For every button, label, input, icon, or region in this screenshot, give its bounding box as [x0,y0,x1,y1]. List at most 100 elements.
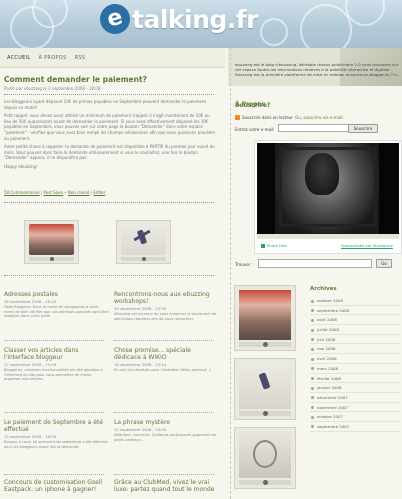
archive-post: Classer vos articles dans l'interface bl… [4,347,109,382]
archive-link[interactable]: mai 2008 [310,344,400,355]
archive-post-excerpt: Hello Bloggers! Dans le cadre de campagn… [4,305,109,319]
nav-item-accueil[interactable]: ACCUEIL [7,55,31,61]
archive-post-date: 15 septembre 2008 - 16:00 [4,434,57,439]
comments-link[interactable]: 58 Commentaires [4,190,40,195]
video-controls[interactable] [257,234,399,239]
archive-post-date: 16 septembre 2008 - 13:14 [114,362,167,367]
rss-link[interactable]: Souscrire dans un lecteur [242,115,293,120]
archive-link[interactable]: août 2008 [310,315,400,326]
sponsor-link[interactable]: Sponsorisée par StudioLine [341,243,393,248]
play-icon[interactable] [141,257,146,261]
archive-link[interactable]: juin 2008 [310,335,400,345]
video-thumb[interactable] [234,285,296,351]
post-paragraph: Autre petite chose à rappeler: la demand… [4,144,215,161]
archive-post-title[interactable]: Concours de customisation Gsell Eastpack… [4,479,109,493]
archive-link[interactable]: février 2008 [310,374,400,384]
archive-link[interactable]: septembre 2007 [310,422,400,432]
archive-post-date: 19 septembre 2008 - 13:30 [114,306,167,311]
archive-post: Grâce au ClubMed, vivez le vrai luxe: pa… [114,479,219,493]
archive-post-title[interactable]: Classer vos articles dans l'interface bl… [4,347,109,361]
edit-link[interactable]: Editer [93,190,105,195]
logo-text: talking.fr [132,4,258,34]
post-paragraph: Petit rappel: vous devez avoir atteint u… [4,113,216,141]
archive-post-date: 18 septembre 2008 - 16:15 [4,299,57,304]
email-label: Entrez votre e-mail: [235,127,275,132]
search-button[interactable]: Go [376,259,392,268]
post-paragraph: Les bloggeurs ayant dépassé 10€ de prime… [4,99,207,110]
archive-link[interactable]: juillet 2008 [310,325,400,335]
share-link[interactable]: Share this! [261,243,288,248]
divider [230,48,231,499]
archive-post-title[interactable]: Adresses postales [4,291,109,298]
video-person [305,153,339,195]
archive-post: Adresses postales 18 septembre 2008 - 16… [4,291,109,319]
nav-item-rss[interactable]: RSS [74,55,85,61]
archive-post-title[interactable]: Rencontrons-nous aux ebuzzing workshops! [114,291,219,305]
archive-link[interactable]: mars 2008 [310,364,400,374]
apropos-body: ebuzzing est le blog d'ebuzzing. Véritab… [235,62,399,77]
archive-post: Concours de customisation Gsell Eastpack… [4,479,109,493]
archive-link[interactable]: octobre 2007 [310,412,400,422]
search-label: Trouver : [235,262,254,267]
video-thumb-image [121,224,166,255]
archive-post-title[interactable]: Chose promise... spéciale dédicace à WIK… [114,347,219,361]
divider [4,340,104,341]
souscrire-title: Souscrire? [235,102,271,109]
archive-post-title[interactable]: La phrase mystère [114,419,219,426]
divider [4,275,214,276]
archive-post-excerpt: Attention, concours! Quelques participan… [114,433,217,442]
post-save-link[interactable]: Post Save [44,190,63,195]
divider [114,474,214,475]
decorative-swirl [260,18,288,46]
post-links: 58 Commentaires | Post Save • Non classé… [4,190,106,195]
archive-post-excerpt: Bloggeurs, certaines fonctionnalités ont… [4,368,103,382]
video-thumb-image [239,363,291,409]
archive-link[interactable]: novembre 2007 [310,403,400,413]
play-icon[interactable] [262,411,268,416]
page: e talking.fr ACCUEIL À PROPOS RSS Commen… [0,0,402,499]
archives-widget: Archives octobre 2008 septembre 2008 aoû… [310,280,400,460]
dancer-figure [258,372,271,390]
video-thumb[interactable] [116,220,171,264]
souscrire-button[interactable]: Souscrire [348,124,378,133]
divider [4,474,104,475]
archive-post-excerpt: eBuzzing est heureux de vous annoncer le… [114,312,217,321]
archive-post: Rencontrons-nous aux ebuzzing workshops!… [114,291,219,321]
post-title[interactable]: Comment demander le paiement? [4,75,147,84]
post-body: Les bloggeurs ayant dépassé 10€ de prime… [4,99,216,173]
rss-icon[interactable] [235,115,240,120]
divider [114,412,214,413]
play-icon[interactable] [262,480,268,485]
play-icon[interactable] [262,342,268,347]
apropos-more-link[interactable]: Plus [391,72,399,77]
archive-link[interactable]: avril 2008 [310,354,400,364]
video-thumb[interactable] [234,427,296,489]
video-player[interactable]: Share this! Sponsorisée par StudioLine [254,140,402,254]
archive-link[interactable]: décembre 2007 [310,393,400,403]
category-link[interactable]: Non classé [68,190,90,195]
apropos-text: ebuzzing est le blog d'ebuzzing. Véritab… [235,62,400,77]
archive-post: La phrase mystère 12 septembre 2008 - 10… [114,419,219,442]
email-subscribe-link[interactable]: Ou, souscrire via e-mail: [295,115,344,120]
video-thumb-image [239,290,291,340]
archive-link[interactable]: septembre 2008 [310,306,400,316]
play-icon[interactable] [49,257,54,261]
divider [114,340,214,341]
archive-post-title[interactable]: Grâce au ClubMed, vivez le vrai luxe: pa… [114,479,219,493]
sponsor-label[interactable]: Sponsorisée par StudioLine [341,243,393,248]
share-label[interactable]: Share this! [267,243,288,248]
video-screen[interactable] [257,143,399,234]
video-thumb[interactable] [234,358,296,420]
archive-post-title[interactable]: Le paiement de Septembre a été effectué [4,419,109,433]
post-paragraph: Happy ebuzzing! [4,163,38,169]
search-input[interactable] [258,259,372,268]
archive-link[interactable]: octobre 2008 [310,296,400,306]
sidebar: À Propos ebuzzing est le blog d'ebuzzing… [228,48,402,499]
video-thumb[interactable] [24,220,79,264]
archive-link[interactable]: janvier 2008 [310,383,400,393]
archives-title: Archives [310,286,337,292]
site-logo[interactable]: e talking.fr [96,0,258,38]
post-meta: Posté par ebuzzing le 3 septembre 2008 -… [4,86,104,91]
archive-post-excerpt: Bonjour à tous! Le paiement de septembre… [4,440,108,449]
nav-item-apropos[interactable]: À PROPOS [39,55,67,61]
